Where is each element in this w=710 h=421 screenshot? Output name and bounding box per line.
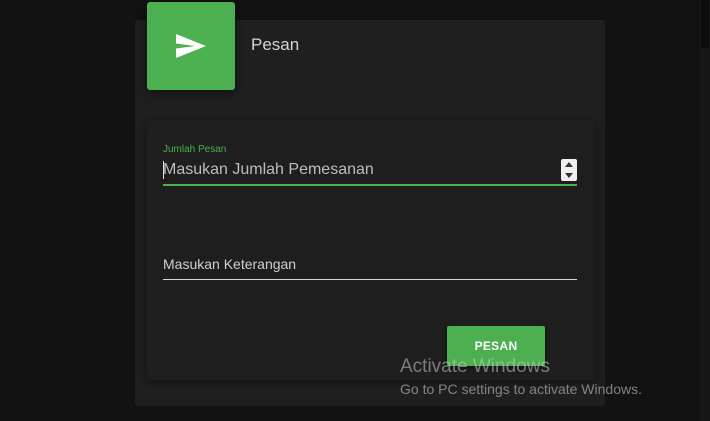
scrollbar-track[interactable] <box>700 0 710 421</box>
stepper-up-button[interactable] <box>561 159 577 170</box>
stepper-down-button[interactable] <box>561 170 577 181</box>
chevron-down-icon <box>565 173 573 178</box>
card-header-icon-box <box>147 2 235 90</box>
page: Pesan Jumlah Pesan Masukan Jumlah Pemesa… <box>0 0 710 421</box>
quantity-label: Jumlah Pesan <box>163 144 227 155</box>
note-input-underline <box>163 279 577 280</box>
scrollbar-thumb[interactable] <box>701 0 709 48</box>
quantity-stepper[interactable] <box>561 159 577 181</box>
quantity-placeholder: Masukan Jumlah Pemesanan <box>163 161 374 178</box>
activation-watermark-subtitle: Go to PC settings to activate Windows. <box>400 381 642 397</box>
card-title: Pesan <box>251 35 300 54</box>
chevron-up-icon <box>565 162 573 167</box>
note-input[interactable]: Masukan Keterangan <box>163 256 296 272</box>
activation-watermark-title: Activate Windows <box>400 356 550 377</box>
send-icon <box>176 34 206 58</box>
text-caret <box>163 161 164 179</box>
